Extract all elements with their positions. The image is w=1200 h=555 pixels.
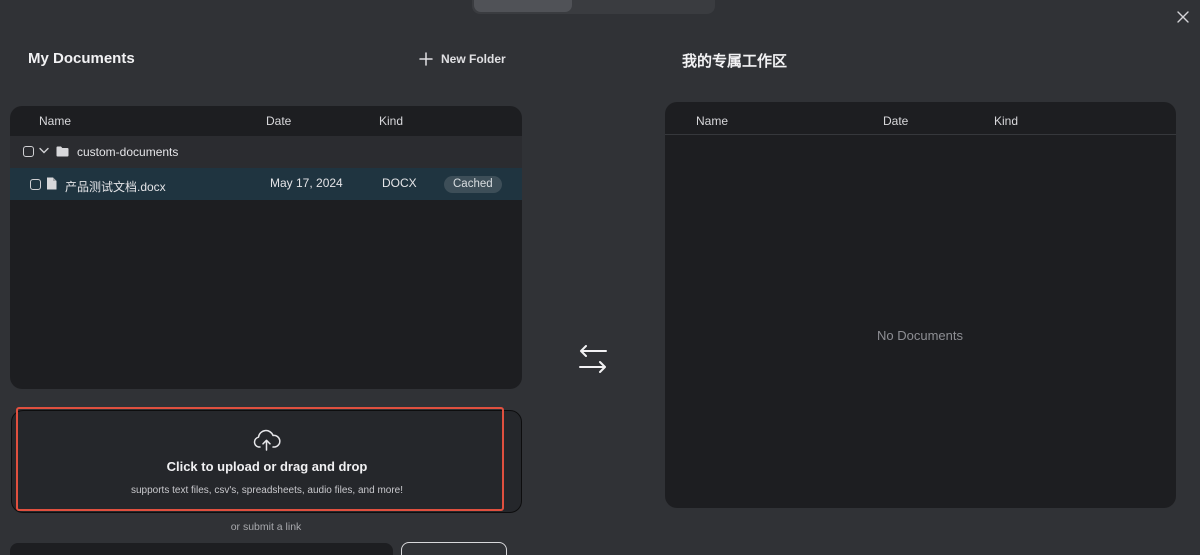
table-header: Name Date Kind	[10, 106, 522, 136]
close-icon	[1177, 11, 1189, 23]
folder-name: custom-documents	[77, 145, 179, 159]
column-kind: Kind	[379, 114, 404, 128]
workspace-column-name: Name	[696, 114, 729, 128]
new-folder-button[interactable]: New Folder	[419, 49, 506, 69]
column-name: Name	[39, 114, 72, 128]
workspace-panel: Name Date Kind	[665, 102, 1176, 508]
chevron-down-icon[interactable]	[39, 147, 49, 155]
file-date: May 17, 2024	[270, 176, 343, 190]
workspace-column-date: Date	[883, 114, 909, 128]
file-icon	[47, 177, 57, 190]
fetch-link-button[interactable]	[401, 542, 507, 555]
cached-badge: Cached	[444, 176, 502, 193]
upload-highlight-box	[16, 407, 504, 511]
swap-arrows-icon	[579, 345, 607, 373]
close-button[interactable]	[1174, 8, 1192, 26]
my-documents-panel: Name Date Kind custom-documents 产品测试文档.d…	[10, 106, 522, 389]
workspace-table-header: Name Date Kind	[665, 102, 1176, 135]
plus-icon	[419, 52, 433, 66]
tab-data-connectors[interactable]: Data Connectors	[572, 0, 713, 12]
file-row[interactable]: 产品测试文档.docx May 17, 2024 DOCX Cached	[10, 168, 522, 200]
file-kind: DOCX	[382, 176, 417, 190]
workspace-title: 我的专属工作区	[682, 53, 788, 70]
submit-link-label: or submit a link	[230, 521, 302, 533]
folder-icon	[56, 146, 69, 157]
no-documents-text: No Documents	[877, 328, 963, 343]
swap-button[interactable]	[577, 345, 609, 373]
workspace-column-kind: Kind	[994, 114, 1019, 128]
tab-documents[interactable]: Documents	[474, 0, 572, 12]
file-checkbox[interactable]	[30, 179, 41, 190]
link-input[interactable]	[10, 543, 393, 555]
folder-row[interactable]: custom-documents	[10, 136, 522, 168]
top-tabs: Documents Data Connectors	[472, 0, 715, 14]
folder-checkbox[interactable]	[23, 146, 34, 157]
my-documents-title: My Documents	[28, 50, 135, 67]
column-date: Date	[266, 114, 292, 128]
new-folder-label: New Folder	[441, 52, 506, 66]
file-name: 产品测试文档.docx	[65, 180, 166, 194]
